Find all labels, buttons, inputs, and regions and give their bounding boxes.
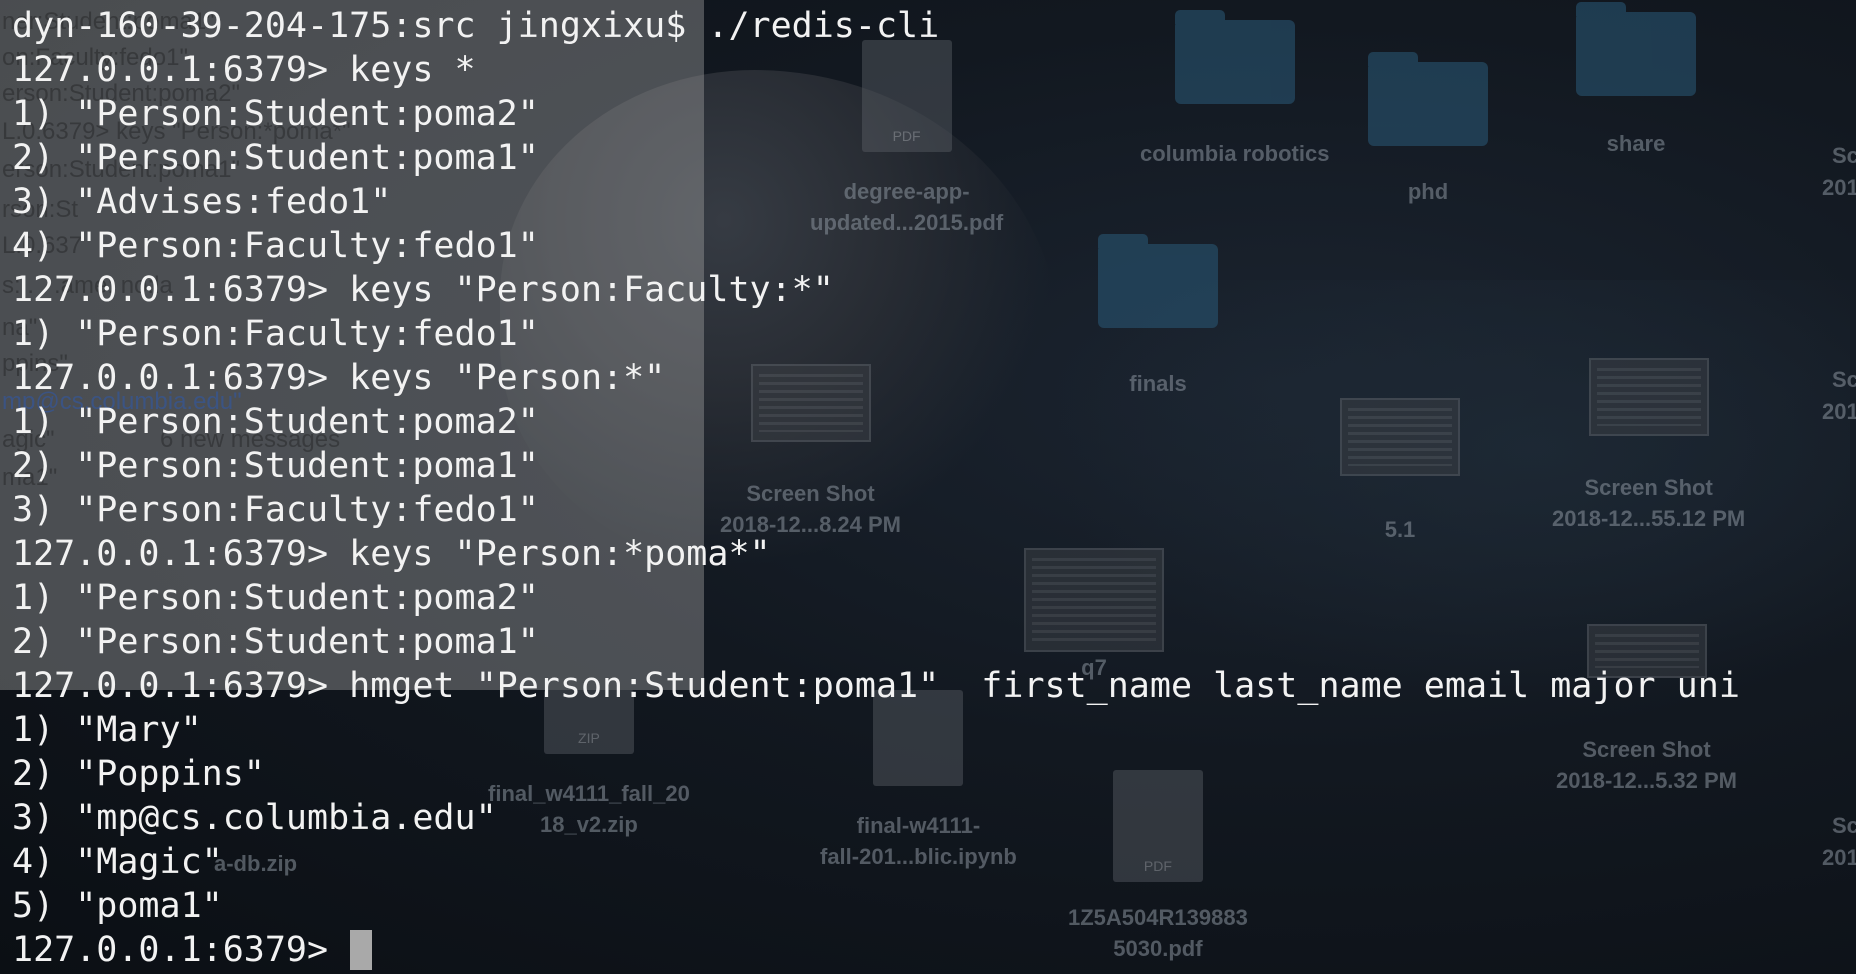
terminal-line: 1) "Person:Student:poma2" [12,94,539,134]
terminal-line: 2) "Person:Student:poma1" [12,138,539,178]
terminal-line: 2) "Person:Student:poma1" [12,622,539,662]
terminal-line: 127.0.0.1:6379> hmget "Person:Student:po… [12,666,1740,706]
terminal-line: dyn-160-39-204-175:src jingxixu$ ./redis… [12,6,940,46]
terminal-line: 3) "Advises:fedo1" [12,182,392,222]
terminal-input-line[interactable]: 127.0.0.1:6379> [12,928,1856,972]
terminal-line: 127.0.0.1:6379> keys * [12,50,476,90]
terminal-line: 2) "Poppins" [12,754,265,794]
terminal-line: 3) "mp@cs.columbia.edu" [12,798,497,838]
terminal-line: 127.0.0.1:6379> keys "Person:Faculty:*" [12,270,834,310]
terminal-line: 1) "Person:Student:poma2" [12,578,539,618]
terminal-line: 2) "Person:Student:poma1" [12,446,539,486]
terminal-line: 5) "poma1" [12,886,223,926]
terminal-line: 1) "Mary" [12,710,202,750]
terminal-line: 4) "Magic" [12,842,223,882]
terminal-line: 1) "Person:Faculty:fedo1" [12,314,539,354]
terminal-line: 127.0.0.1:6379> keys "Person:*poma*" [12,534,771,574]
terminal-window[interactable]: dyn-160-39-204-175:src jingxixu$ ./redis… [0,0,1856,974]
terminal-line: 1) "Person:Student:poma2" [12,402,539,442]
screen: PDF degree-app- updated...2015.pdf colum… [0,0,1856,974]
terminal-line: 3) "Person:Faculty:fedo1" [12,490,539,530]
terminal-prompt: 127.0.0.1:6379> [12,930,329,970]
terminal-line: 127.0.0.1:6379> keys "Person:*" [12,358,666,398]
terminal-line: 4) "Person:Faculty:fedo1" [12,226,539,266]
text-cursor[interactable] [350,930,373,970]
